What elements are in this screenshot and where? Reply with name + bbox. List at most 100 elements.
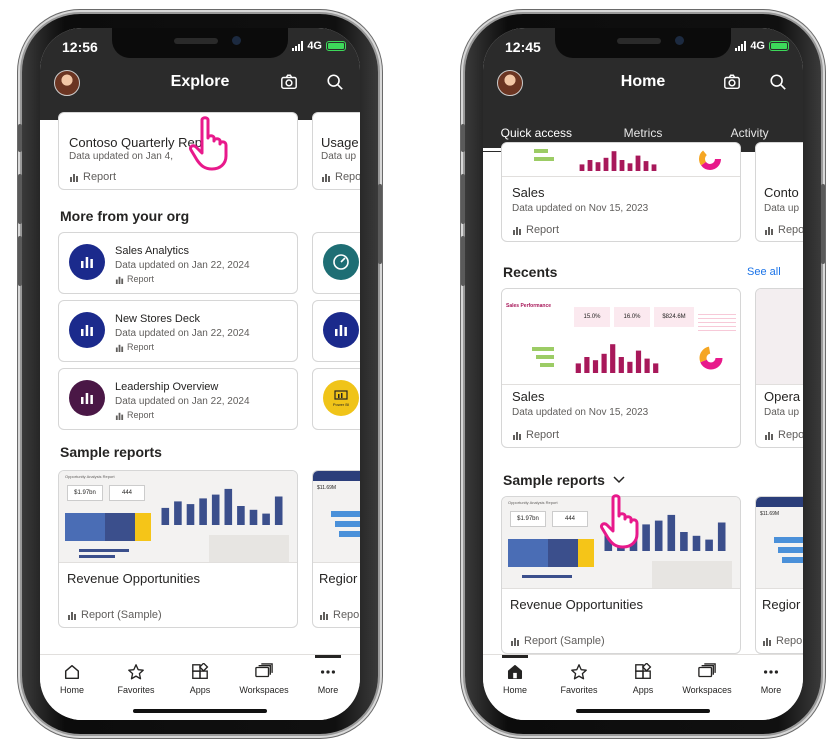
- org-side-item[interactable]: [312, 300, 360, 362]
- org-item-subtitle: Data updated on Jan 22, 2024: [115, 396, 250, 407]
- org-item-leadership-overview[interactable]: Leadership Overview Data updated on Jan …: [58, 368, 298, 430]
- phone-right: 12:45 4G Home Quick access Metrics Activ…: [461, 14, 825, 734]
- thumb-bar: [262, 513, 270, 525]
- org-item-title: Sales Analytics: [115, 245, 189, 257]
- search-icon[interactable]: [769, 73, 787, 91]
- card-subtitle: Data up: [764, 407, 800, 418]
- card-subtitle: Data updated on Nov 15, 2023: [512, 203, 649, 214]
- nav-label: Apps: [632, 685, 654, 695]
- report-app-icon: [69, 380, 105, 416]
- org-item-title: New Stores Deck: [115, 313, 200, 325]
- card-title: Contoso Quarterly Rep: [69, 135, 202, 150]
- recent-card-sales[interactable]: Sales Performance 15.0% 16.0% $824.6M Sa…: [501, 288, 741, 448]
- section-title-samples: Sample reports: [60, 444, 162, 460]
- org-item-title: Leadership Overview: [115, 381, 219, 393]
- screen-explore: 12:56 4G Explore Contoso Quarterly Rep D…: [40, 28, 360, 720]
- card-type: Report: [69, 171, 116, 183]
- more-icon: [319, 663, 337, 681]
- recent-card-usage[interactable]: Usage Data up Repo: [312, 112, 360, 190]
- thumb-bar: [199, 498, 207, 525]
- sample-report-icon: [68, 612, 76, 620]
- search-icon[interactable]: [326, 73, 344, 91]
- report-thumbnail: [502, 143, 740, 177]
- card-subtitle: Data up: [321, 151, 357, 162]
- card-type: Repo: [321, 171, 360, 183]
- tap-hand-icon: [188, 116, 236, 172]
- report-icon: [70, 174, 78, 182]
- network-label: 4G: [750, 40, 765, 52]
- sample-card-revenue[interactable]: Opportunity Analysis Report $1.97bn 444 …: [58, 470, 298, 628]
- card-type: Repo: [319, 609, 359, 621]
- thumb-bar: [618, 357, 624, 373]
- thumb-bar: [654, 520, 663, 551]
- see-all-link[interactable]: See all: [747, 266, 781, 278]
- sample-card-regional[interactable]: $11.69M Regior Repo: [312, 470, 360, 628]
- thumb-bar: [579, 164, 585, 171]
- thumb-bar: [635, 350, 642, 373]
- thumb-bar: [587, 160, 593, 171]
- org-side-item[interactable]: Power BI: [312, 368, 360, 430]
- thumb-bar: [575, 363, 581, 373]
- thumb-bar: [627, 163, 633, 171]
- card-subtitle: Data updated on Nov 15, 2023: [512, 407, 649, 418]
- nav-label: Favorites: [560, 685, 598, 695]
- card-type: Report: [512, 429, 559, 441]
- workspaces-icon: [254, 663, 274, 681]
- camera-icon[interactable]: [280, 73, 298, 91]
- home-indicator: [133, 709, 267, 713]
- powerbi-app-icon: Power BI: [323, 380, 359, 416]
- org-item-type: Report: [115, 274, 154, 284]
- card-title: Revenue Opportunities: [67, 571, 200, 586]
- camera-icon[interactable]: [723, 73, 741, 91]
- thumb-bar: [619, 160, 625, 171]
- recent-card-operations[interactable]: Opera Data up Repo: [755, 288, 803, 448]
- home-indicator: [576, 709, 710, 713]
- battery-icon: [326, 41, 346, 51]
- thumb-bar: [651, 164, 657, 171]
- sample-reports-dropdown[interactable]: Sample reports: [503, 472, 625, 488]
- recent-card-contoso[interactable]: Contoso Quarterly Rep Data updated on Ja…: [58, 112, 298, 190]
- thumb-bar: [584, 357, 590, 373]
- workspaces-icon: [697, 663, 717, 681]
- thumb-bar: [601, 353, 607, 373]
- nav-label: Home: [59, 685, 84, 695]
- org-side-item[interactable]: [312, 232, 360, 294]
- thumb-kpi: 16.0%: [614, 307, 650, 327]
- screen-home: 12:45 4G Home Quick access Metrics Activ…: [483, 28, 803, 720]
- thumb-bar: [635, 155, 641, 171]
- thumb-bar-chart: [161, 488, 283, 525]
- thumb-bar: [667, 514, 676, 551]
- page-title: Explore: [170, 73, 230, 90]
- nav-label: Apps: [189, 685, 211, 695]
- thumb-bar: [186, 504, 195, 525]
- card-type: Report (Sample): [67, 609, 162, 621]
- nav-item-more[interactable]: More: [296, 655, 360, 720]
- card-type: Report: [512, 224, 559, 236]
- quick-card-contoso[interactable]: Conto Data up Repo: [755, 142, 803, 242]
- quick-card-sales[interactable]: Sales Data updated on Nov 15, 2023 Repor…: [501, 142, 741, 242]
- nav-item-more[interactable]: More: [739, 655, 803, 720]
- more-icon: [762, 663, 780, 681]
- report-app-icon: [323, 312, 359, 348]
- sample-card-regional[interactable]: $11.69M Regior Repo: [755, 496, 803, 654]
- nav-item-home[interactable]: Home: [483, 655, 547, 720]
- nav-item-home[interactable]: Home: [40, 655, 104, 720]
- report-thumbnail: Sales Performance 15.0% 16.0% $824.6M: [502, 289, 740, 385]
- star-icon: [570, 663, 588, 681]
- thumb-bar: [653, 363, 659, 373]
- thumb-bar: [174, 501, 182, 525]
- thumb-kpi: 15.0%: [574, 307, 610, 327]
- thumb-bar: [611, 151, 617, 171]
- card-type: Repo: [764, 429, 803, 441]
- thumb-bar: [603, 157, 609, 171]
- card-type: Repo: [762, 635, 802, 647]
- network-label: 4G: [307, 40, 322, 52]
- nav-label: Workspaces: [239, 685, 289, 695]
- org-item-sales-analytics[interactable]: Sales Analytics Data updated on Jan 22, …: [58, 232, 298, 294]
- battery-icon: [769, 41, 789, 51]
- card-title: Regior: [319, 571, 358, 586]
- signal-icon: [735, 41, 747, 51]
- org-item-new-stores-deck[interactable]: New Stores Deck Data updated on Jan 22, …: [58, 300, 298, 362]
- phone-left: 12:56 4G Explore Contoso Quarterly Rep D…: [18, 14, 382, 734]
- powerbi-label: Power BI: [332, 401, 350, 407]
